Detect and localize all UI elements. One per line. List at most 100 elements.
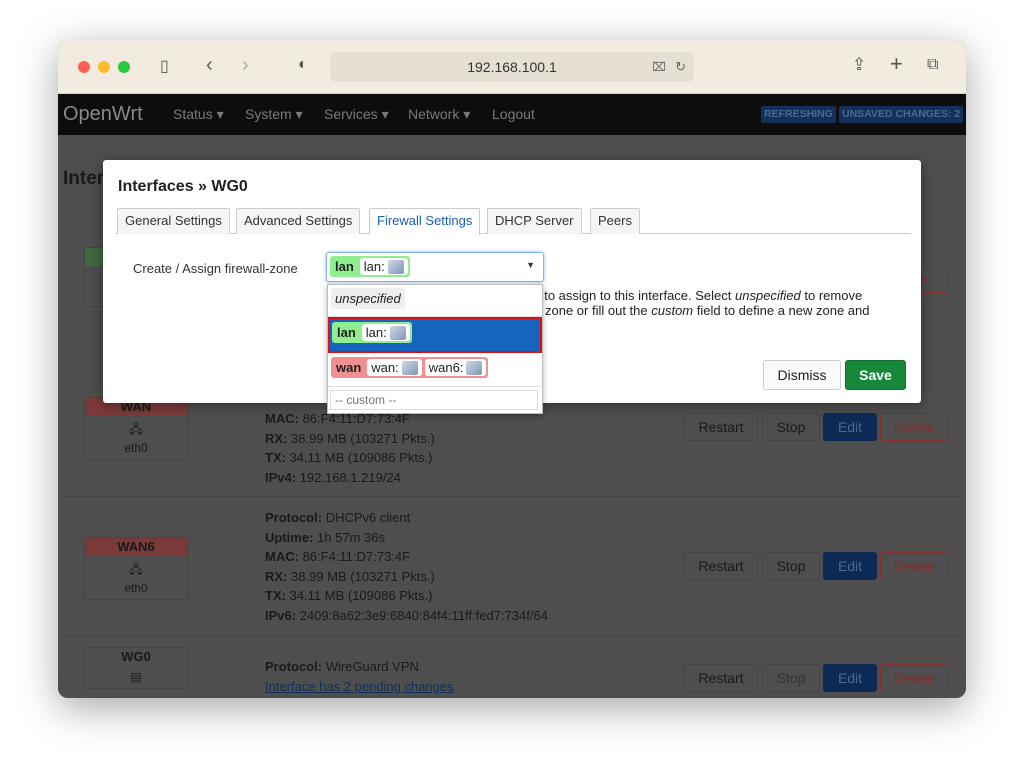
info-value: WireGuard VPN [325, 659, 419, 674]
share-icon[interactable]: ⇪ [852, 55, 866, 75]
network-icon [389, 325, 406, 340]
back-icon[interactable]: ‹ [206, 54, 213, 77]
tab-peers[interactable]: Peers [590, 208, 640, 234]
nav-network[interactable]: Network ▾ [408, 106, 470, 123]
edit-button-wg0[interactable]: Edit [823, 664, 877, 692]
interface-info-wan6: Protocol: DHCPv6 client Uptime: 1h 57m 3… [265, 508, 548, 625]
delete-button-wg0[interactable]: Delete [880, 664, 948, 692]
nav-status[interactable]: Status ▾ [173, 106, 224, 123]
browser-toolbar: ▯ ‹ › ◐ 192.168.100.1 ⌧ ↻ ⇪ + ⧉ [58, 40, 966, 94]
tab-dhcp-server[interactable]: DHCP Server [487, 208, 582, 234]
tabs-overview-icon[interactable]: ⧉ [927, 56, 938, 74]
tab-general-settings[interactable]: General Settings [117, 208, 230, 234]
delete-button-wan[interactable]: Delete [880, 413, 948, 441]
info-value: 86:F4:11:D7:73:4F [302, 549, 410, 564]
nav-logout[interactable]: Logout [492, 106, 535, 122]
stop-button-wan6[interactable]: Stop [762, 552, 820, 580]
pending-changes-link[interactable]: Interface has 2 pending changes [265, 677, 454, 697]
translate-icon[interactable]: ⌧ [652, 52, 666, 82]
help-text-part: zone or fill out the [545, 303, 652, 318]
sidebar-icon[interactable]: ▯ [160, 56, 169, 76]
custom-zone-input[interactable] [330, 390, 538, 410]
device-name: eth0 [124, 441, 148, 455]
delete-button-wan6[interactable]: Delete [880, 552, 948, 580]
help-text: t to assign to this interface. Select un… [537, 288, 870, 318]
url-text: 192.168.100.1 [467, 59, 557, 75]
edit-button-wan6[interactable]: Edit [823, 552, 877, 580]
info-label: TX: [265, 588, 286, 603]
interface-badge-wan6: WAN6 🖧 eth0 [84, 537, 188, 600]
device-name: eth0 [124, 581, 148, 595]
nav-system[interactable]: System ▾ [245, 106, 303, 123]
info-label: MAC: [265, 411, 299, 426]
restart-button-wan[interactable]: Restart [684, 413, 758, 441]
stop-button-wg0[interactable]: Stop [762, 664, 820, 692]
info-value: 1h 57m 36s [317, 529, 385, 545]
help-text-part: to remove [800, 288, 863, 303]
address-bar[interactable]: 192.168.100.1 ⌧ ↻ [330, 52, 694, 82]
forward-icon[interactable]: › [242, 54, 249, 77]
network-icon [387, 259, 404, 274]
firewall-zone-select[interactable]: lan lan: ▼ [326, 252, 544, 282]
openwrt-navbar: OpenWrt Status ▾ System ▾ Services ▾ Net… [58, 94, 966, 135]
chevron-down-icon: ▼ [526, 260, 535, 270]
help-text-part: field to define a new zone and [693, 303, 870, 318]
brand-logo[interactable]: OpenWrt [63, 103, 143, 126]
device-chip: lan: [361, 324, 410, 341]
info-label: RX: [265, 430, 288, 446]
info-label: IPv4: [265, 469, 297, 485]
edit-interface-modal: Interfaces » WG0 General Settings Advanc… [103, 160, 921, 414]
option-lan[interactable]: lan lan: [328, 317, 542, 353]
option-unspecified[interactable]: unspecified [328, 285, 542, 317]
stop-button-wan[interactable]: Stop [762, 413, 820, 441]
save-button[interactable]: Save [845, 360, 906, 390]
device-label: lan: [365, 325, 387, 340]
ethernet-port-icon: 🖧 [129, 422, 143, 436]
device-label: wan: [371, 360, 399, 375]
device-label: lan: [363, 259, 385, 274]
shield-icon[interactable]: ◐ [298, 56, 308, 74]
zone-chip-lan: lan lan: [332, 322, 412, 343]
help-text-emphasis: unspecified [735, 288, 801, 303]
interface-name: WAN6 [85, 538, 187, 556]
option-label: unspecified [331, 288, 405, 309]
info-label: Protocol: [265, 510, 323, 525]
info-value: 34.11 MB (109086 Pkts.) [289, 450, 433, 465]
restart-button-wg0[interactable]: Restart [684, 664, 758, 692]
help-text-emphasis: custom [651, 303, 694, 318]
row-divider [63, 636, 961, 637]
unsaved-changes-badge[interactable]: UNSAVED CHANGES: 2 [839, 106, 964, 123]
firewall-zone-dropdown: unspecified lan lan: wan wan: wan6: [327, 284, 543, 414]
tab-firewall-settings[interactable]: Firewall Settings [369, 208, 481, 235]
restart-button-wan6[interactable]: Restart [684, 552, 758, 580]
row-divider [63, 496, 961, 497]
minimize-window-button[interactable] [98, 61, 110, 73]
interface-info-wan: MAC: 86:F4:11:D7:73:4F RX: 38.99 MB (103… [265, 409, 435, 487]
info-label: IPv6: [265, 607, 297, 623]
dismiss-button[interactable]: Dismiss [763, 360, 841, 390]
edit-button-wan[interactable]: Edit [823, 413, 877, 441]
zone-name: wan [336, 360, 362, 375]
new-tab-icon[interactable]: + [890, 51, 903, 77]
interface-badge-wg0: WG0 ▤ [84, 647, 188, 689]
zone-name: lan [335, 259, 354, 274]
modal-tabs: General Settings Advanced Settings Firew… [115, 208, 911, 235]
interface-info-wg0: Protocol: WireGuard VPN Interface has 2 … [265, 657, 454, 696]
ethernet-port-icon: 🖧 [129, 562, 143, 576]
option-wan[interactable]: wan wan: wan6: [328, 353, 542, 387]
info-value: 34.11 MB (109086 Pkts.) [289, 588, 433, 603]
zone-chip-wan: wan wan: wan6: [331, 357, 489, 378]
device-chip: wan6: [424, 359, 487, 376]
zone-chip-lan: lan lan: [330, 256, 410, 277]
info-value: DHCPv6 client [325, 510, 411, 525]
ethernet-port-icon [466, 360, 483, 375]
maximize-window-button[interactable] [118, 61, 130, 73]
zone-name: lan [337, 325, 356, 340]
close-window-button[interactable] [78, 61, 90, 73]
tab-advanced-settings[interactable]: Advanced Settings [236, 208, 361, 234]
nav-services[interactable]: Services ▾ [324, 106, 389, 123]
reload-icon[interactable]: ↻ [675, 52, 686, 82]
info-value: 38.99 MB (103271 Pkts.) [291, 568, 435, 584]
refreshing-badge[interactable]: REFRESHING [761, 106, 836, 123]
interface-name: WG0 [121, 649, 151, 664]
